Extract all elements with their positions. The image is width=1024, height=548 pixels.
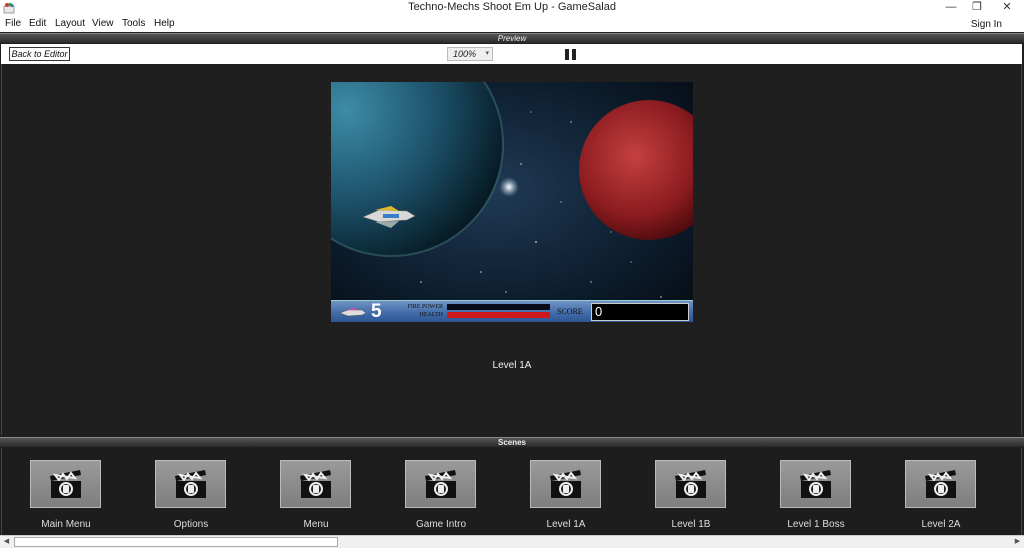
clapperboard-icon	[175, 470, 206, 498]
health-label: HEALTH	[419, 312, 443, 318]
health-bar	[447, 312, 550, 318]
restore-button[interactable]: ❐	[964, 0, 990, 16]
fire-power-label: FIRE POWER	[407, 304, 443, 310]
scene-thumbnail[interactable]	[405, 460, 476, 508]
scroll-left-arrow-icon[interactable]: ◀	[0, 536, 13, 548]
clapperboard-icon	[300, 470, 331, 498]
clapperboard-icon	[800, 470, 831, 498]
scroll-thumb[interactable]	[14, 537, 338, 547]
scene-thumbnail[interactable]	[280, 460, 351, 508]
menu-view[interactable]: View	[92, 18, 114, 29]
score-label: SCORE	[557, 307, 583, 316]
scene-thumbnail[interactable]	[155, 460, 226, 508]
horizontal-scrollbar[interactable]: ◀ ▶	[0, 535, 1024, 548]
scene-label: Level 1B	[671, 519, 711, 530]
scene-label: Level 1A	[546, 519, 586, 530]
scene-item-level-1-boss[interactable]: Level 1 Boss	[780, 460, 852, 530]
clapperboard-icon	[425, 470, 456, 498]
scene-item-level-2a[interactable]: Level 2A	[905, 460, 977, 530]
scene-item-main-menu[interactable]: Main Menu	[30, 460, 102, 530]
scene-label: Level 1 Boss	[787, 519, 845, 530]
clapperboard-icon	[50, 470, 81, 498]
space-background	[331, 82, 693, 322]
zoom-select[interactable]: 100% ▾	[447, 47, 493, 61]
menu-edit[interactable]: Edit	[29, 18, 46, 29]
minimize-button[interactable]: —	[938, 0, 964, 16]
pause-icon[interactable]	[565, 49, 577, 60]
scene-label: Level 2A	[921, 519, 961, 530]
game-viewport[interactable]	[331, 82, 693, 322]
current-scene-name: Level 1A	[492, 360, 532, 371]
score-value: 0	[591, 303, 689, 321]
preview-header: Preview	[0, 33, 1024, 43]
ship-lives-icon	[339, 308, 367, 317]
back-to-editor-button[interactable]: Back to Editor	[9, 47, 70, 61]
scene-item-level-1b[interactable]: Level 1B	[655, 460, 727, 530]
player-spaceship	[362, 206, 416, 228]
scene-item-level-1a[interactable]: Level 1A	[530, 460, 602, 530]
title-bar: Techno-Mechs Shoot Em Up - GameSalad — ❐…	[0, 0, 1024, 16]
scene-thumbnail[interactable]	[30, 460, 101, 508]
scene-label: Main Menu	[41, 519, 91, 530]
preview-toolbar: Back to Editor 100% ▾	[1, 44, 1022, 64]
clapperboard-icon	[675, 470, 706, 498]
scene-label: Game Intro	[415, 519, 467, 530]
menu-help[interactable]: Help	[154, 18, 175, 29]
close-button[interactable]: ✕	[990, 0, 1024, 16]
scenes-header: Scenes	[0, 437, 1024, 447]
lives-count: 5	[371, 301, 382, 322]
scene-item-options[interactable]: Options	[155, 460, 227, 530]
scene-item-menu[interactable]: Menu	[280, 460, 352, 530]
scenes-panel: Main Menu Options Menu Game Intro Level …	[1, 448, 1022, 535]
scene-thumbnail[interactable]	[780, 460, 851, 508]
scene-item-game-intro[interactable]: Game Intro	[405, 460, 477, 530]
menu-tools[interactable]: Tools	[122, 18, 145, 29]
scene-thumbnail[interactable]	[530, 460, 601, 508]
menu-file[interactable]: File	[5, 18, 21, 29]
game-hud: 5 FIRE POWER HEALTH SCORE 0	[331, 300, 693, 322]
sign-in-link[interactable]: Sign In	[971, 19, 1002, 30]
menu-bar: File Edit Layout View Tools Help Sign In	[0, 16, 1024, 32]
scene-thumbnail[interactable]	[655, 460, 726, 508]
zoom-value: 100%	[453, 49, 477, 59]
window-title: Techno-Mechs Shoot Em Up - GameSalad	[408, 1, 616, 13]
scene-thumbnail[interactable]	[905, 460, 976, 508]
fire-power-bar	[447, 304, 550, 310]
scene-label: Menu	[303, 519, 329, 530]
menu-layout[interactable]: Layout	[55, 18, 85, 29]
clapperboard-icon	[550, 470, 581, 498]
scroll-right-arrow-icon[interactable]: ▶	[1011, 536, 1024, 548]
clapperboard-icon	[925, 470, 956, 498]
chevron-down-icon: ▾	[485, 50, 489, 57]
scene-label: Options	[173, 519, 209, 530]
